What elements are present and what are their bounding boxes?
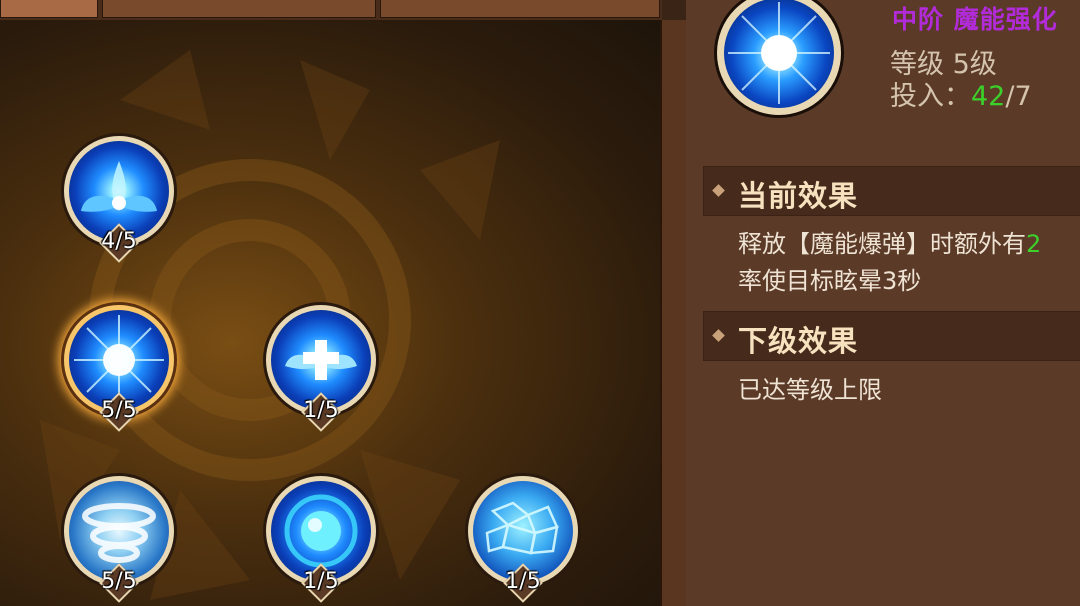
invest-rest: /7 — [1005, 81, 1032, 112]
tab-1[interactable] — [102, 0, 376, 18]
skill-investment: 投入：42/7 — [890, 74, 1032, 113]
skill-node-whirlwind[interactable]: 5/5 — [61, 473, 177, 603]
tab-0[interactable] — [0, 0, 98, 18]
panel-divider — [660, 20, 686, 606]
current-effect-header: 当前效果 — [703, 166, 1080, 216]
level-badge: 4/5 — [94, 223, 144, 275]
current-effect-line-1: 释放【魔能爆弹】时额外有2 — [738, 230, 1042, 258]
diamond-bullet-icon — [712, 184, 725, 197]
invest-label: 投入： — [890, 81, 971, 112]
level-badge: 5/5 — [94, 563, 144, 606]
level-badge: 1/5 — [296, 392, 346, 444]
selected-skill-icon — [714, 0, 844, 118]
skill-node-energy-sphere[interactable]: 1/5 — [263, 473, 379, 603]
skill-node-magic-burst[interactable]: 5/5 — [61, 302, 177, 432]
tab-strip — [0, 0, 662, 20]
level-badge: 1/5 — [498, 563, 548, 606]
skill-title: 中阶 魔能强化 — [892, 5, 1058, 34]
invest-value: 42 — [971, 81, 1006, 112]
next-effect-title: 下级效果 — [738, 324, 859, 358]
skill-tree-panel: 4/5 5/5 1/5 5/5 1/5 1/5 — [0, 20, 662, 606]
current-effect-line-2: 率使目标眩晕3秒 — [738, 267, 922, 295]
level-badge: 5/5 — [94, 392, 144, 444]
current-effect-title: 当前效果 — [738, 179, 859, 213]
skill-node-spirit-bloom[interactable]: 4/5 — [61, 133, 177, 263]
level-badge: 1/5 — [296, 563, 346, 606]
diamond-bullet-icon — [712, 329, 725, 342]
skill-node-holy-wings[interactable]: 1/5 — [263, 302, 379, 432]
magic-burst-icon — [724, 0, 834, 108]
tab-2[interactable] — [380, 0, 660, 18]
next-effect-header: 下级效果 — [703, 311, 1080, 361]
skill-node-crystal-shield[interactable]: 1/5 — [465, 473, 581, 603]
next-effect-text: 已达等级上限 — [738, 376, 882, 404]
